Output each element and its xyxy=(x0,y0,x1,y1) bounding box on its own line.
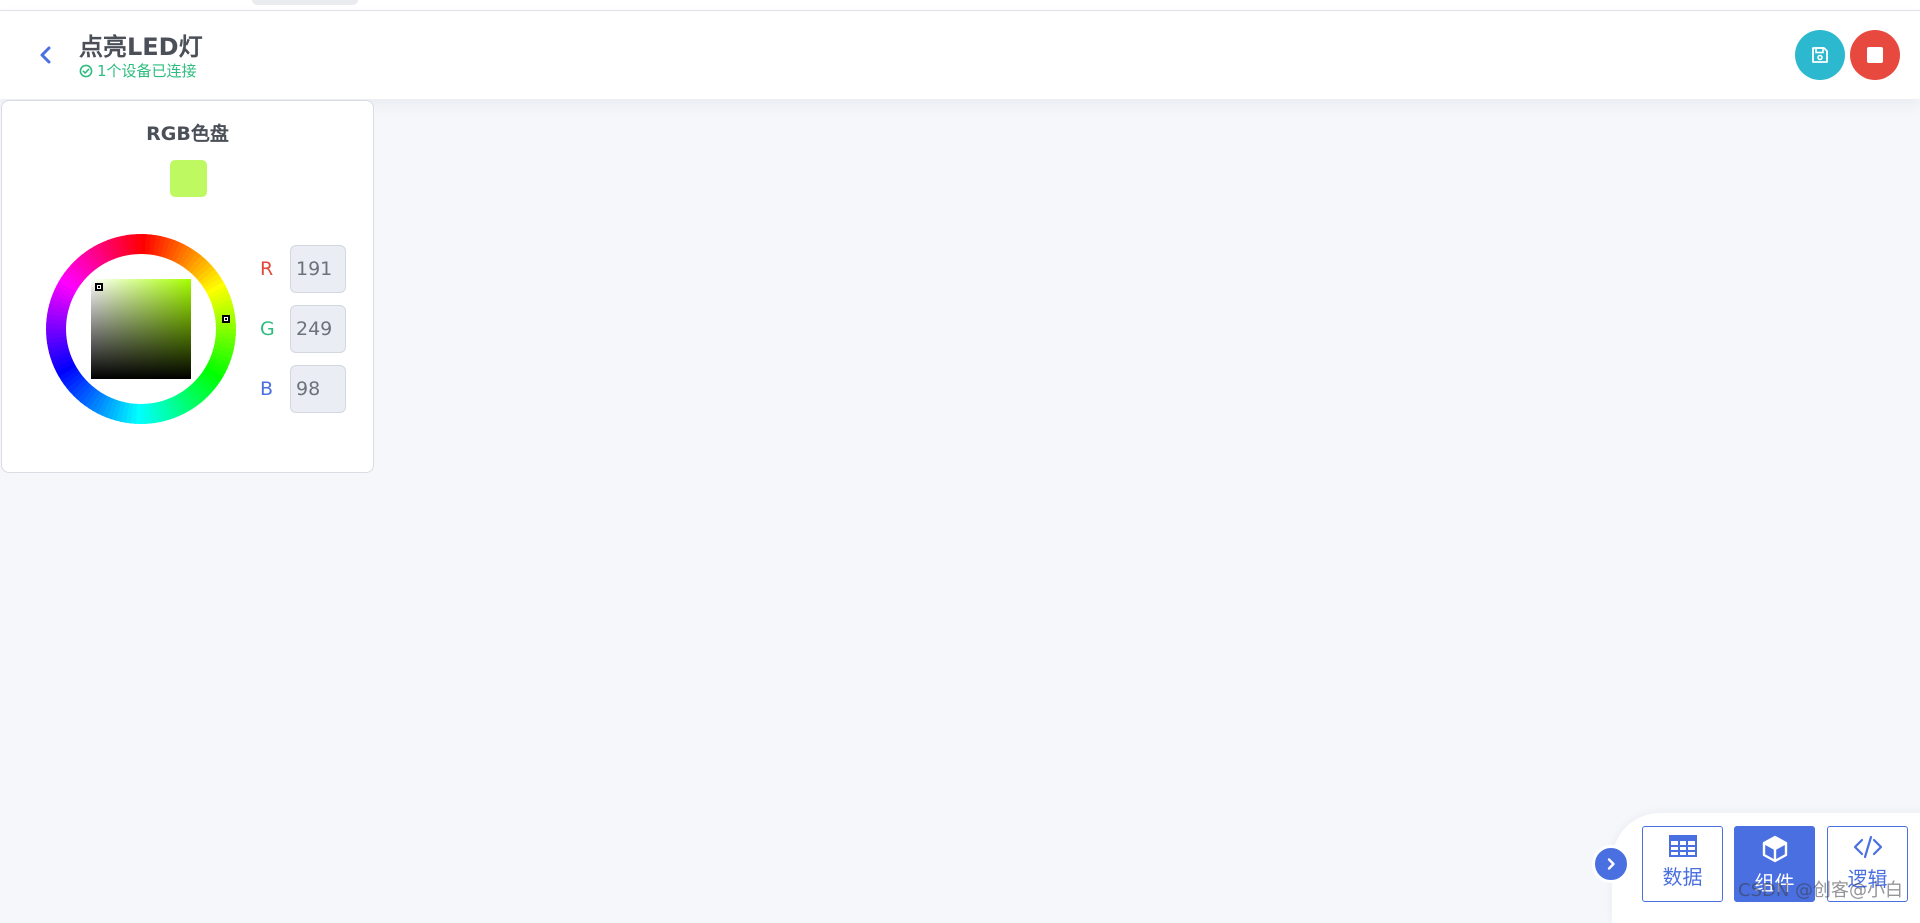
green-label: G xyxy=(260,318,275,340)
red-label: R xyxy=(260,258,274,280)
hue-ring-segment xyxy=(136,234,142,255)
hue-picker-handle[interactable] xyxy=(222,315,230,323)
color-wheel[interactable] xyxy=(46,234,236,424)
dock-toggle-button[interactable] xyxy=(1592,845,1630,883)
red-row: R xyxy=(260,245,346,293)
cube-icon xyxy=(1762,835,1787,863)
page-header: 点亮LED灯 1个设备已连接 xyxy=(0,11,1920,99)
table-icon xyxy=(1668,835,1697,857)
watermark: CSDN @创客@小白 xyxy=(1738,880,1904,901)
connection-status-text: 1个设备已连接 xyxy=(97,62,197,80)
value-shade xyxy=(91,279,191,379)
red-input[interactable] xyxy=(290,245,346,293)
chevron-left-icon xyxy=(40,46,51,64)
blue-label: B xyxy=(260,378,274,400)
save-button[interactable] xyxy=(1795,30,1845,80)
top-strip xyxy=(0,0,1920,11)
back-button[interactable] xyxy=(32,41,60,69)
color-preview-swatch xyxy=(170,160,207,197)
widget-title: RGB色盘 xyxy=(146,123,229,145)
connection-status: 1个设备已连接 xyxy=(79,60,197,81)
tab-stub[interactable] xyxy=(252,0,358,5)
stop-icon xyxy=(1867,47,1883,63)
sv-picker-handle[interactable] xyxy=(95,283,103,291)
save-icon xyxy=(1812,47,1828,63)
blue-input[interactable] xyxy=(290,365,346,413)
green-input[interactable] xyxy=(290,305,346,353)
page-title: 点亮LED灯 xyxy=(79,33,203,61)
stop-button[interactable] xyxy=(1850,30,1900,80)
data-tab-label: 数据 xyxy=(1662,865,1703,889)
data-tab-button[interactable]: 数据 xyxy=(1642,826,1723,902)
color-wheel-graphic xyxy=(46,234,236,424)
check-circle-icon xyxy=(79,64,93,77)
blue-row: B xyxy=(260,365,346,413)
rgb-palette-widget: RGB色盘 R 191 G 249 B 98 xyxy=(1,100,374,473)
chevron-right-icon xyxy=(1607,858,1615,870)
green-row: G xyxy=(260,305,346,353)
code-icon xyxy=(1853,835,1882,859)
